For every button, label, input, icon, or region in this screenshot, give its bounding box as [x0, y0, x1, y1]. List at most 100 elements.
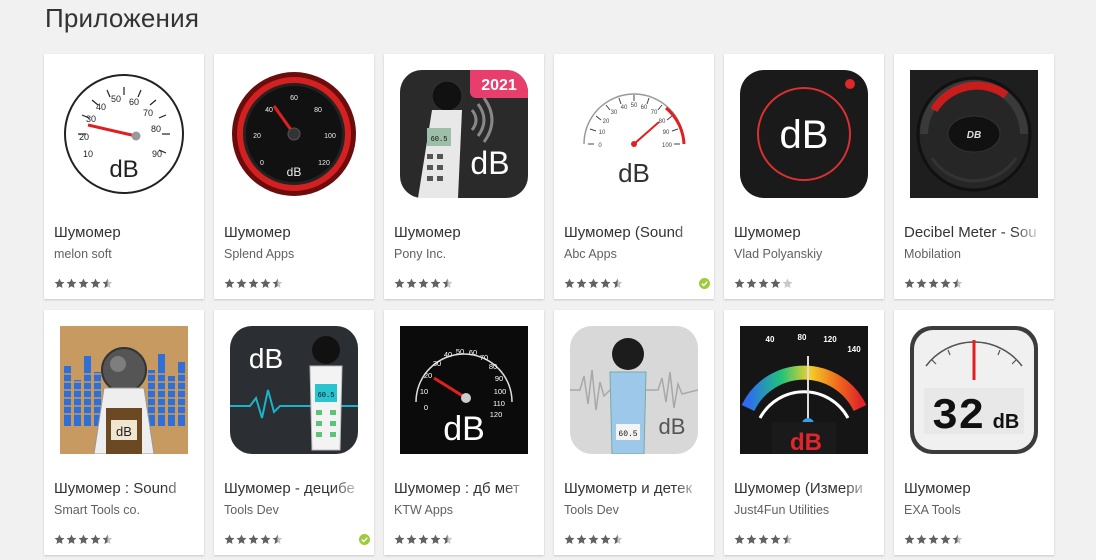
app-developer[interactable]: melon soft	[54, 247, 194, 261]
star-icon	[940, 278, 951, 288]
star-icon	[394, 534, 405, 544]
tick-label: 50	[631, 103, 638, 109]
app-developer[interactable]: KTW Apps	[394, 503, 534, 517]
app-card[interactable]: dB Шумомер : Sound Smart Tools co.	[44, 310, 204, 555]
tick-label: 100	[494, 387, 507, 396]
star-icon	[90, 278, 101, 288]
star-icon	[600, 278, 611, 288]
star-icon	[260, 278, 271, 288]
app-developer[interactable]: Smart Tools co.	[54, 503, 194, 517]
tick-label: 90	[495, 374, 503, 383]
tick-label: 20	[253, 133, 261, 140]
app-developer[interactable]: Abc Apps	[564, 247, 704, 261]
app-developer[interactable]: Pony Inc.	[394, 247, 534, 261]
app-developer[interactable]: EXA Tools	[904, 503, 1044, 517]
star-icon	[734, 534, 745, 544]
tick-label: 60	[129, 97, 139, 107]
app-title[interactable]: Шумомер	[904, 480, 1042, 497]
tick-label: 40	[96, 102, 106, 112]
star-icon	[272, 278, 283, 288]
icon-db-label: dB	[993, 411, 1020, 433]
tick-label: 30	[611, 110, 618, 116]
editors-choice-icon	[359, 534, 370, 545]
star-icon	[430, 534, 441, 544]
app-card[interactable]: 10 20 30 40 50 60 70 80 90 dB Шумомер me…	[44, 54, 204, 299]
app-developer[interactable]: Tools Dev	[564, 503, 704, 517]
star-icon	[600, 534, 611, 544]
app-developer[interactable]: Tools Dev	[224, 503, 364, 517]
app-title[interactable]: Шумомер	[224, 224, 362, 241]
star-icon	[236, 278, 247, 288]
app-developer[interactable]: Vlad Polyanskiy	[734, 247, 874, 261]
rating-stars	[394, 278, 453, 289]
icon-db-label: dB	[287, 165, 302, 179]
tick-label: 10	[83, 149, 93, 159]
icon-db-label: dB	[470, 145, 509, 181]
tick-label: 70	[143, 108, 153, 118]
title-fade	[334, 478, 364, 500]
app-card[interactable]: dB Шумомер Vlad Polyanskiy	[724, 54, 884, 299]
tick-label: 50	[111, 94, 121, 104]
star-icon	[102, 278, 113, 288]
rating-stars	[54, 534, 113, 545]
rating-stars	[734, 534, 793, 545]
icon-db-label: dB	[116, 424, 132, 439]
star-icon	[612, 534, 623, 544]
icon-db-label: dB	[618, 158, 650, 188]
sound-meter-2021-icon: 2021 60.5 dB	[400, 70, 528, 198]
app-card[interactable]: dB 60.5 Шумомер - децибе Tools Dev	[214, 310, 374, 555]
star-icon	[576, 278, 587, 288]
star-icon	[442, 534, 453, 544]
icon-db-label: dB	[443, 410, 485, 448]
star-icon	[916, 278, 927, 288]
tick-label: 0	[424, 403, 428, 412]
app-card[interactable]: 0 20 40 60 80 100 120 dB Шумомер Splend …	[214, 54, 374, 299]
icon-db-label: dB	[780, 113, 829, 157]
app-card[interactable]: 32 dB Шумомер EXA Tools	[894, 310, 1054, 555]
app-developer[interactable]: Splend Apps	[224, 247, 364, 261]
tick-label: 0	[260, 160, 264, 167]
app-card[interactable]: 40 80 120 140 dB Шумомер (Измери Just4Fu…	[724, 310, 884, 555]
app-card[interactable]: DB Decibel Meter - Sou Mobilation	[894, 54, 1054, 299]
app-developer[interactable]: Mobilation	[904, 247, 1044, 261]
icon-meter-reading: 60.5	[431, 136, 448, 144]
icon-meter-reading: 60.5	[618, 430, 637, 439]
star-icon	[576, 534, 587, 544]
tick-label: 90	[663, 130, 670, 136]
icon-db-label: dB	[249, 343, 283, 374]
tick-label: 120	[490, 410, 503, 419]
app-card[interactable]: 0 10 20 30 40 50 60 70 80 90 100 110 120…	[384, 310, 544, 555]
rating-stars	[224, 278, 283, 289]
analog-gauge-db-icon: 10 20 30 40 50 60 70 80 90 dB	[60, 70, 188, 198]
star-icon	[782, 534, 793, 544]
rating-stars	[224, 534, 283, 545]
app-card[interactable]: 60.5 dB Шумометр и детек Tools Dev	[554, 310, 714, 555]
tick-label: 10	[420, 387, 428, 396]
tick-label: 30	[86, 114, 96, 124]
icon-db-label: dB	[109, 156, 138, 183]
app-developer[interactable]: Just4Fun Utilities	[734, 503, 874, 517]
star-icon	[78, 278, 89, 288]
title-fade	[674, 478, 704, 500]
app-title[interactable]: Шумомер	[394, 224, 532, 241]
star-icon	[564, 278, 575, 288]
rating-stars	[564, 534, 623, 545]
star-icon	[66, 534, 77, 544]
star-icon	[430, 278, 441, 288]
tick-label: 20	[79, 132, 89, 142]
star-icon	[260, 534, 271, 544]
colorful-gauge-db-icon: 40 80 120 140 dB	[740, 326, 868, 454]
star-icon	[248, 278, 259, 288]
rating-stars	[904, 278, 963, 289]
app-card[interactable]: 0 10 20 30 40 50 60 70 80 90 100 dB Шумо…	[554, 54, 714, 299]
star-icon	[734, 278, 745, 288]
app-title[interactable]: Шумомер	[734, 224, 872, 241]
tick-label: 90	[152, 149, 162, 159]
icon-db-label: dB	[659, 414, 686, 439]
app-card[interactable]: 2021 60.5 dB Шумомер Pony Inc.	[384, 54, 544, 299]
rating-stars	[54, 278, 113, 289]
tick-label: 60	[290, 95, 298, 102]
title-fade	[674, 222, 704, 244]
tick-label: 60	[641, 105, 648, 111]
app-title[interactable]: Шумомер	[54, 224, 192, 241]
